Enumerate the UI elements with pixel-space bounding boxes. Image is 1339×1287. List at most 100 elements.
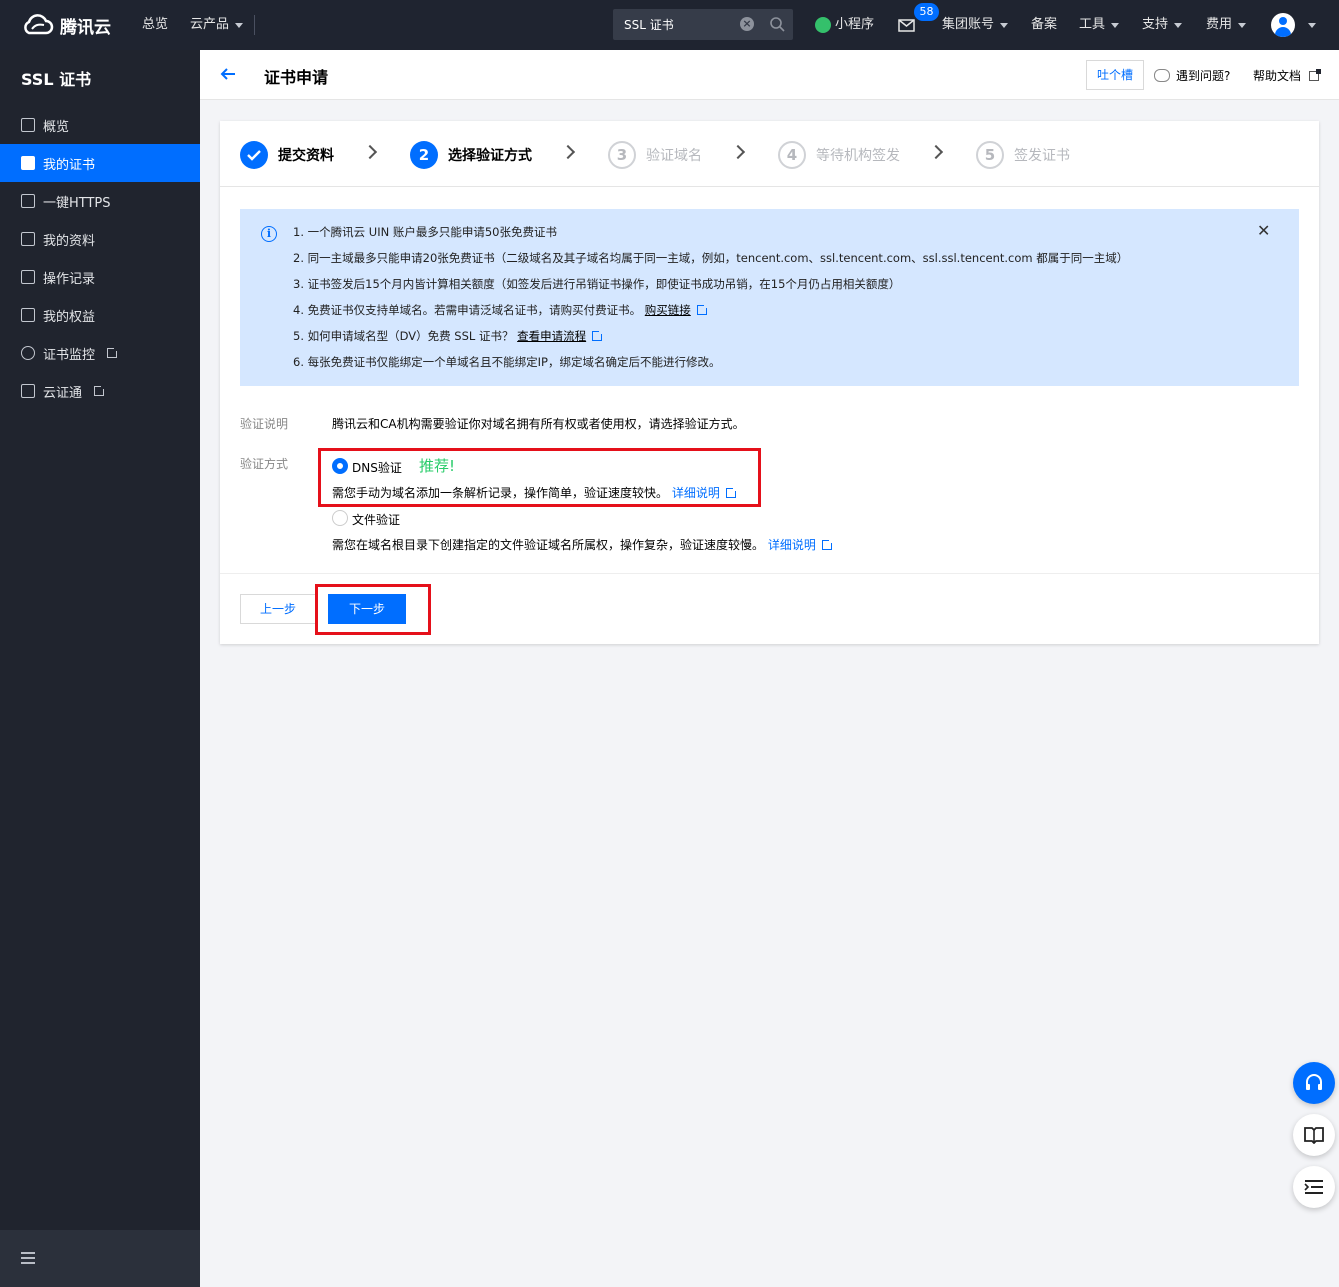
nav-group-account[interactable]: 集团账号 — [942, 0, 1009, 50]
prev-step-button[interactable]: 上一步 — [240, 594, 316, 624]
application-card: 提交资料 2 选择验证方式 3 验证域名 4 等待机构签发 5 签发证书 i 1… — [220, 121, 1319, 644]
nav-miniprogram[interactable]: 小程序 — [815, 0, 874, 50]
notice-line: 2. 同一主域最多只能申请20张免费证书（二级域名及其子域名均属于同一主域，例如… — [293, 251, 1129, 265]
sidebar-item-my-materials[interactable]: 我的资料 — [0, 220, 200, 258]
brand-name: 腾讯云 — [60, 17, 111, 38]
step-label: 签发证书 — [1014, 148, 1070, 164]
account-menu-toggle[interactable] — [1306, 0, 1316, 50]
action-divider — [220, 573, 1319, 574]
step-issue-cert: 5 签发证书 — [976, 141, 1070, 169]
gift-icon — [21, 308, 35, 322]
external-link-icon — [592, 329, 605, 341]
step-number: 3 — [608, 141, 636, 169]
dns-highlight-box — [318, 448, 761, 507]
sidebar-item-cert-monitor[interactable]: 证书监控 — [0, 334, 200, 372]
sidebar-item-label: 证书监控 — [43, 347, 96, 363]
method-label: 验证方式 — [240, 457, 289, 471]
notice-line: 3. 证书签发后15个月内皆计算相关额度（如签发后进行吊销证书操作，即使证书成功… — [293, 277, 901, 291]
caret-down-icon — [1238, 22, 1247, 28]
chat-icon — [1154, 69, 1170, 82]
apply-flow-link[interactable]: 查看申请流程 — [517, 329, 586, 343]
nav-beian-label: 备案 — [1031, 17, 1058, 32]
sidebar-item-one-click-https[interactable]: 一键HTTPS — [0, 182, 200, 220]
notice-text: 4. 免费证书仅支持单域名。若需申请泛域名证书，请购买付费证书。 — [293, 303, 642, 317]
sidebar-item-operation-log[interactable]: 操作记录 — [0, 258, 200, 296]
step-number: 5 — [976, 141, 1004, 169]
nav-products-label: 云产品 — [190, 17, 230, 32]
file-desc: 需您在域名根目录下创建指定的文件验证域名所属权，操作复杂，验证速度较慢。 详细说… — [332, 536, 834, 553]
brand-logo[interactable]: 腾讯云 — [20, 12, 111, 38]
chevron-right-icon — [560, 144, 576, 160]
step-label: 验证域名 — [646, 148, 702, 164]
monitor-icon — [21, 346, 35, 360]
desc-label: 验证说明 — [240, 417, 289, 431]
notice-text: 5. 如何申请域名型（DV）免费 SSL 证书？ — [293, 329, 514, 343]
caret-down-icon — [1111, 22, 1120, 28]
miniprogram-icon — [815, 17, 831, 33]
nav-tools-label: 工具 — [1079, 17, 1106, 32]
file-radio[interactable] — [332, 510, 348, 526]
file-detail-link[interactable]: 详细说明 — [768, 538, 816, 552]
sidebar-item-yunzhengtong[interactable]: 云证通 — [0, 372, 200, 410]
certificate-icon — [21, 156, 35, 170]
user-icon — [1279, 17, 1287, 25]
nav-products[interactable]: 云产品 — [190, 0, 244, 50]
nav-billing[interactable]: 费用 — [1206, 0, 1247, 50]
list-indent-icon — [1304, 1180, 1323, 1194]
nav-beian[interactable]: 备案 — [1031, 0, 1057, 50]
sidebar-title: SSL 证书 — [21, 70, 92, 89]
external-link-icon — [94, 384, 107, 396]
page-title: 证书申请 — [264, 68, 329, 87]
search-icon[interactable] — [769, 16, 785, 32]
close-icon[interactable]: ✕ — [1257, 223, 1270, 239]
sidebar-item-my-certificates[interactable]: 我的证书 — [0, 144, 200, 182]
nav-mail[interactable] — [898, 0, 915, 50]
help-doc-link[interactable]: 帮助文档 — [1253, 67, 1322, 84]
notice-line: 5. 如何申请域名型（DV）免费 SSL 证书？ 查看申请流程 — [293, 328, 605, 344]
sidebar-collapse-bar[interactable] — [0, 1230, 200, 1287]
sidebar-item-label: 操作记录 — [43, 271, 96, 287]
buy-link[interactable]: 购买链接 — [645, 303, 691, 317]
headset-icon — [1306, 1074, 1322, 1090]
nav-support[interactable]: 支持 — [1142, 0, 1183, 50]
grid-icon — [21, 118, 35, 132]
nav-tools[interactable]: 工具 — [1079, 0, 1120, 50]
clear-icon[interactable]: × — [740, 17, 754, 31]
search-value: SSL 证书 — [624, 18, 674, 32]
sidebar-item-label: 我的证书 — [43, 157, 96, 173]
document-icon — [21, 270, 35, 284]
steps-bar: 提交资料 2 选择验证方式 3 验证域名 4 等待机构签发 5 签发证书 — [220, 121, 1319, 187]
file-label[interactable]: 文件验证 — [352, 511, 400, 528]
mail-icon — [898, 18, 915, 32]
step-label: 选择验证方式 — [448, 148, 532, 164]
sidebar-item-overview[interactable]: 概览 — [0, 106, 200, 144]
collapse-menu-icon[interactable] — [21, 1252, 35, 1264]
sidebar-item-label: 云证通 — [43, 385, 83, 401]
sidebar-item-my-benefits[interactable]: 我的权益 — [0, 296, 200, 334]
docs-button[interactable] — [1293, 1114, 1335, 1156]
help-doc-label: 帮助文档 — [1253, 69, 1302, 83]
back-arrow-icon[interactable] — [220, 66, 236, 84]
sidebar-item-label: 一键HTTPS — [43, 195, 111, 211]
external-link-icon — [107, 346, 120, 358]
step-label: 等待机构签发 — [816, 148, 900, 164]
sliders-icon — [21, 194, 35, 208]
search-input[interactable]: SSL 证书 × — [613, 9, 793, 40]
notice-line: 6. 每张免费证书仅能绑定一个单域名且不能绑定IP，绑定域名确定后不能进行修改。 — [293, 355, 721, 369]
step-verify-domain: 3 验证域名 — [608, 141, 702, 169]
step-label: 提交资料 — [278, 148, 334, 164]
book-icon — [1304, 1127, 1324, 1144]
external-link-icon — [696, 303, 709, 315]
cloud-logo-icon — [24, 14, 54, 35]
folder-icon — [21, 232, 35, 246]
nav-group-account-label: 集团账号 — [942, 17, 995, 32]
outline-button[interactable] — [1293, 1166, 1335, 1208]
help-question-link[interactable]: 遇到问题? — [1154, 67, 1230, 84]
avatar[interactable] — [1271, 13, 1295, 37]
feedback-button[interactable]: 吐个槽 — [1086, 60, 1144, 90]
nav-overview[interactable]: 总览 — [142, 0, 168, 50]
page-header: 证书申请 吐个槽 遇到问题? 帮助文档 — [200, 50, 1339, 100]
step-number: 4 — [778, 141, 806, 169]
external-link-icon — [1309, 68, 1322, 81]
customer-service-button[interactable] — [1293, 1062, 1335, 1104]
